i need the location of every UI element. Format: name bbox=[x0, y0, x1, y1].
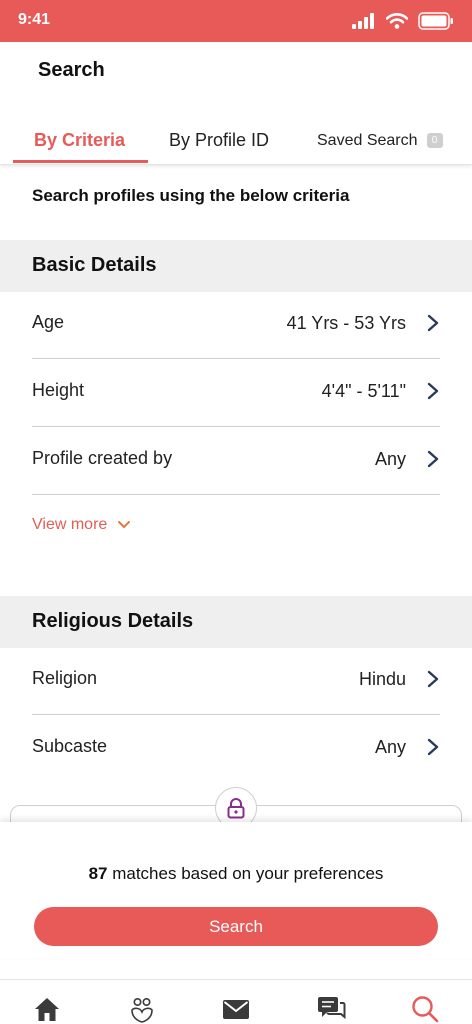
subcaste-value: Any bbox=[374, 737, 406, 757]
chevron-right-icon bbox=[427, 382, 439, 400]
nav-search[interactable] bbox=[410, 994, 440, 1024]
matches-summary: 87 matches based on your preferences bbox=[0, 864, 472, 884]
nav-home[interactable] bbox=[32, 994, 62, 1024]
height-label: Height bbox=[32, 380, 85, 400]
profile-created-by-value: Any bbox=[374, 449, 406, 469]
search-tabs: By Criteria By Profile ID Saved Search 0 bbox=[0, 112, 472, 165]
page-title: Search bbox=[38, 59, 105, 81]
status-time: 9:41 bbox=[18, 11, 51, 28]
tab-saved-search[interactable]: Saved Search 0 bbox=[317, 132, 443, 150]
age-row[interactable]: Age 41 Yrs - 53 Yrs bbox=[32, 291, 440, 359]
chevron-right-icon bbox=[427, 314, 439, 332]
active-tab-indicator bbox=[13, 160, 148, 163]
header: Search bbox=[0, 42, 472, 112]
profile-created-by-row[interactable]: Profile created by Any bbox=[32, 427, 440, 495]
subcaste-label: Subcaste bbox=[32, 736, 108, 756]
search-button[interactable]: Search bbox=[34, 907, 438, 946]
lock-icon bbox=[227, 798, 245, 819]
religious-details-title: Religious Details bbox=[32, 610, 194, 632]
age-value: 41 Yrs - 53 Yrs bbox=[286, 313, 406, 333]
chevron-down-icon bbox=[118, 521, 131, 528]
match-count: 87 bbox=[88, 864, 108, 883]
battery-icon bbox=[418, 12, 453, 30]
basic-details-header: Basic Details bbox=[0, 240, 472, 292]
religion-value: Hindu bbox=[358, 669, 406, 689]
chat-icon bbox=[318, 997, 346, 1020]
religion-label: Religion bbox=[32, 668, 98, 688]
height-row[interactable]: Height 4'4" - 5'11" bbox=[32, 359, 440, 427]
subcaste-row[interactable]: Subcaste Any bbox=[32, 715, 440, 783]
basic-details-title: Basic Details bbox=[32, 254, 157, 276]
status-bar: 9:41 bbox=[0, 0, 472, 42]
match-text: matches based on your preferences bbox=[112, 864, 384, 883]
nav-matches[interactable] bbox=[127, 994, 157, 1024]
religion-row[interactable]: Religion Hindu bbox=[32, 647, 440, 715]
religious-details-header: Religious Details bbox=[0, 596, 472, 648]
age-label: Age bbox=[32, 312, 65, 332]
signal-icon bbox=[352, 13, 374, 29]
status-icons bbox=[352, 12, 454, 30]
home-icon bbox=[35, 998, 59, 1021]
criteria-intro: Search profiles using the below criteria bbox=[32, 186, 350, 205]
nav-inbox[interactable] bbox=[221, 994, 251, 1024]
chevron-right-icon bbox=[427, 450, 439, 468]
results-panel: 87 matches based on your preferences Sea… bbox=[0, 822, 472, 958]
tab-saved-search-label: Saved Search bbox=[317, 132, 418, 149]
tab-by-profile-id[interactable]: By Profile ID bbox=[169, 130, 269, 151]
wifi-icon bbox=[386, 13, 408, 29]
saved-search-count-badge: 0 bbox=[426, 133, 443, 148]
matches-icon bbox=[131, 998, 153, 1023]
profile-created-by-label: Profile created by bbox=[32, 448, 173, 468]
chevron-right-icon bbox=[427, 670, 439, 688]
height-value: 4'4" - 5'11" bbox=[321, 381, 406, 401]
view-more-label: View more bbox=[32, 516, 108, 533]
search-icon bbox=[412, 996, 439, 1023]
nav-chat[interactable] bbox=[316, 994, 346, 1024]
bottom-nav bbox=[0, 979, 472, 1024]
tab-by-criteria[interactable]: By Criteria bbox=[34, 130, 125, 151]
view-more-link[interactable]: View more bbox=[32, 516, 131, 534]
mail-icon bbox=[223, 1000, 249, 1019]
chevron-right-icon bbox=[427, 738, 439, 756]
